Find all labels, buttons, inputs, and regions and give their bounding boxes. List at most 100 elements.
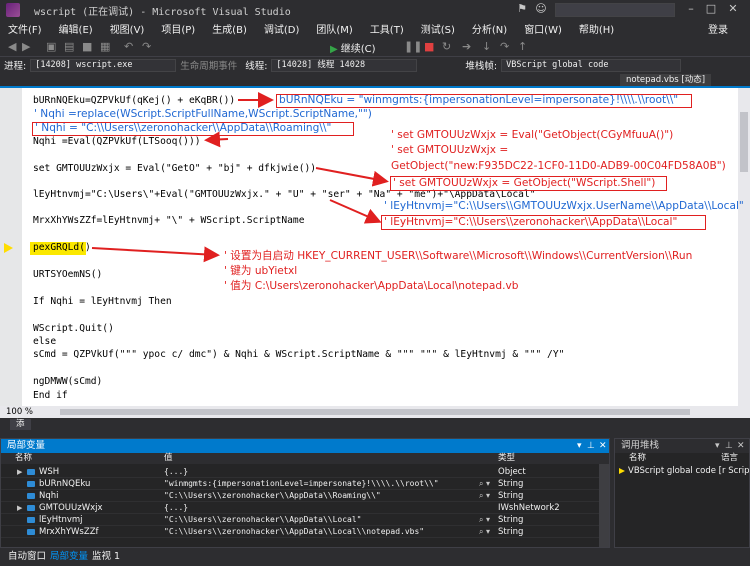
column-name[interactable]: 名称 [629,453,646,464]
close-icon[interactable]: ✕ [737,439,745,453]
code-line: MrxXhYWsZZf=lEyHtnvmj+ "\" + WScript.Scr… [33,215,305,226]
feedback-icon[interactable]: ☺ [534,2,548,16]
variable-name: Nqhi [39,491,59,501]
variable-type: String [498,479,524,489]
locals-row[interactable]: ▶ WSH {...} Object [1,466,599,478]
maximize-button[interactable]: □ [704,2,718,16]
debug-location-bar: 进程: [14208] wscript.exe 生命周期事件 线程: [1402… [0,57,750,73]
dropdown-icon[interactable]: ▾ [715,439,720,453]
forward-icon[interactable]: ▶ [22,40,30,53]
quick-launch-input[interactable] [555,3,675,17]
text-visualizer-icon[interactable]: ⌕ ▾ [479,514,490,526]
variable-value[interactable]: {...} [164,466,188,478]
menu-edit[interactable]: 编辑(E) [59,21,93,36]
pin-icon[interactable]: ⊥ [587,439,595,453]
minimize-button[interactable]: – [684,2,698,16]
call-stack-panel: 调用堆栈 ▾ ⊥ ✕ 名称 语言 VBScript global code [r… [614,438,750,548]
locals-row[interactable]: Nqhi "C:\\Users\\zeronohacker\\AppData\\R… [1,490,599,502]
pin-icon[interactable]: ⊥ [725,439,733,453]
undo-icon[interactable]: ↶ [124,40,133,53]
variable-value[interactable]: "C:\\Users\\zeronohacker\\AppData\\Local… [164,514,361,526]
menu-build[interactable]: 生成(B) [212,21,247,36]
code-line: End if [33,390,68,401]
document-tab-notepad-vbs[interactable]: notepad.vbs [动态] [620,74,712,86]
thread-dropdown[interactable]: [14028] 线程 14028 [271,58,418,72]
menu-team[interactable]: 团队(M) [316,21,352,36]
variable-value[interactable]: "C:\\Users\\zeronohacker\\AppData\\Roami… [164,490,381,502]
locals-column-headers: 名称 值 类型 [1,453,609,464]
menu-window[interactable]: 窗口(W) [524,21,562,36]
open-file-icon[interactable]: ▤ [64,40,74,53]
menu-debug[interactable]: 调试(D) [264,21,300,36]
variable-value[interactable]: {...} [164,502,188,514]
toolbar: ◀ ▶ ▣ ▤ ■ ▦ ↶ ↷ ▶ 继续(C) ❚❚ ■ ↻ ➔ ↓ ↷ ↑ [0,37,750,57]
variable-icon [27,469,35,475]
editor-scroll-thumb[interactable] [740,112,748,172]
menu-project[interactable]: 项目(P) [161,21,195,36]
editor-horizontal-scroll-thumb[interactable] [60,409,690,415]
step-into-icon[interactable]: ↓ [482,40,491,53]
notifications-icon[interactable]: ⚑ [515,2,529,16]
variable-name: lEyHtnvmj [39,515,83,525]
save-icon[interactable]: ■ [82,40,92,53]
step-out-icon[interactable]: ↑ [518,40,527,53]
break-all-icon[interactable]: ❚❚ [404,40,422,53]
tab-watch-1[interactable]: 监视 1 [92,548,120,566]
menu-tools[interactable]: 工具(T) [370,21,404,36]
locals-vertical-scrollbar[interactable] [599,464,609,547]
annotation-text: ' lEyHtnvmj="C:\\Users\\GMTOUUzWxjx.User… [384,200,744,212]
annotation-text: ' lEyHtnvmj="C:\\Users\\zeronohacker\\Ap… [384,216,678,228]
show-next-statement-icon[interactable]: ➔ [462,40,471,53]
close-icon[interactable]: ✕ [599,439,607,453]
process-dropdown[interactable]: [14208] wscript.exe [30,58,177,72]
tab-locals[interactable]: 局部变量 [50,548,88,566]
variable-name: bURnNQEku [39,479,91,489]
tab-autos[interactable]: 自动窗口 [8,548,46,566]
lifecycle-events-button[interactable]: 生命周期事件 [180,58,237,72]
locals-row[interactable]: MrxXhYWsZZf "C:\\Users\\zeronohacker\\App… [1,526,599,538]
watch-add-tab[interactable]: 添 [10,419,31,430]
expand-arrow-icon[interactable]: ▶ [17,466,22,478]
locals-row[interactable]: ▶ GMTOUUzWxjx {...} IWshNetwork2 [1,502,599,514]
visual-studio-logo-icon [6,3,20,17]
call-stack-row[interactable]: VBScript global code [r Scrip [615,465,749,477]
text-visualizer-icon[interactable]: ⌕ ▾ [479,526,490,538]
menu-file[interactable]: 文件(F) [8,21,42,36]
locals-row[interactable]: bURnNQEku "winmgmts:{impersonationLevel=i… [1,478,599,490]
annotation-text: bURnNQEku = "winmgmts:{impersonationLeve… [279,94,679,106]
variable-value[interactable]: "C:\\Users\\zeronohacker\\AppData\\Local… [164,526,424,538]
variable-name: MrxXhYWsZZf [39,527,99,537]
current-statement-arrow-icon [4,243,13,253]
back-icon[interactable]: ◀ [8,40,16,53]
column-type[interactable]: 类型 [498,453,515,464]
restart-icon[interactable]: ↻ [442,40,451,53]
close-button[interactable]: ✕ [726,2,740,16]
menu-test[interactable]: 测试(S) [421,21,455,36]
code-line: set GMTOUUzWxjx = Eval("GetO" + "bj" + d… [33,163,317,174]
editor-vertical-scrollbar[interactable] [738,88,750,406]
new-project-icon[interactable]: ▣ [46,40,56,53]
locals-row[interactable]: lEyHtnvmj "C:\\Users\\zeronohacker\\AppDa… [1,514,599,526]
menu-view[interactable]: 视图(V) [110,21,145,36]
menu-analyze[interactable]: 分析(N) [472,21,507,36]
variable-value[interactable]: "winmgmts:{impersonationLevel=impersonat… [164,478,439,490]
watch-bar: 添 [0,418,750,431]
column-language[interactable]: 语言 [721,453,738,464]
continue-button[interactable]: ▶ 继续(C) [330,40,376,55]
stack-frame-dropdown[interactable]: VBScript global code [501,58,682,72]
annotation-text: ' set GMTOUUzWxjx = GetObject("WScript.S… [393,177,656,189]
text-visualizer-icon[interactable]: ⌕ ▾ [479,478,490,490]
zoom-level[interactable]: 100 % [6,406,33,418]
code-editor[interactable]: bURnNQEku=QZPVkUf(qKej() + eKqBR()) Nqhi… [0,86,750,406]
redo-icon[interactable]: ↷ [142,40,151,53]
menu-help[interactable]: 帮助(H) [579,21,614,36]
column-name[interactable]: 名称 [15,453,32,464]
text-visualizer-icon[interactable]: ⌕ ▾ [479,490,490,502]
save-all-icon[interactable]: ▦ [100,40,110,53]
stop-debugging-icon[interactable]: ■ [424,40,434,53]
step-over-icon[interactable]: ↷ [500,40,509,53]
expand-arrow-icon[interactable]: ▶ [17,502,22,514]
column-value[interactable]: 值 [164,453,173,464]
login-link[interactable]: 登录 [708,21,728,36]
dropdown-icon[interactable]: ▾ [577,439,582,453]
